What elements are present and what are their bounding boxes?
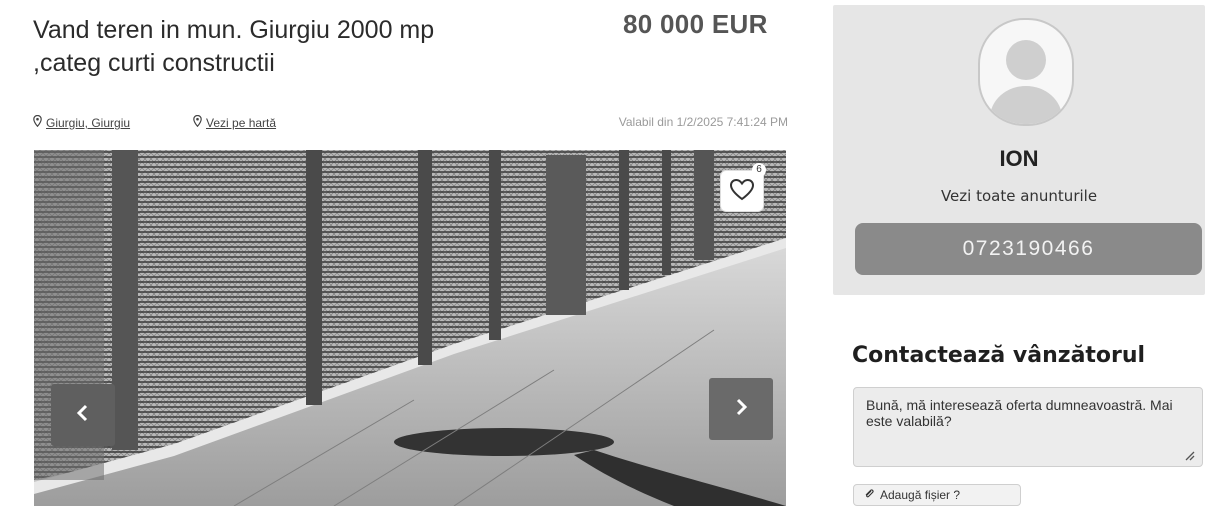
resize-grip-icon[interactable] [1185, 449, 1195, 464]
chevron-left-icon [76, 404, 90, 427]
prev-photo-button[interactable] [51, 384, 115, 446]
avatar [978, 18, 1074, 126]
seller-card: ION Vezi toate anunturile 0723190466 [833, 5, 1205, 295]
paperclip-icon [864, 488, 874, 502]
attach-file-button[interactable]: Adaugă fișier ? [853, 484, 1021, 506]
map-pin-icon [33, 114, 42, 130]
phone-button[interactable]: 0723190466 [855, 223, 1202, 275]
listing-title: Vand teren in mun. Giurgiu 2000 mp ,cate… [33, 14, 553, 80]
listing-price: 80 000 EUR [623, 9, 768, 39]
next-photo-button[interactable] [709, 378, 773, 440]
map-link[interactable]: Vezi pe hartă [193, 114, 277, 130]
favorite-count: 6 [752, 163, 766, 177]
column-gap [805, 0, 833, 506]
contact-title: Contactează vânzătorul [852, 343, 1146, 368]
map-pin-icon [193, 114, 202, 130]
attach-file-label: Adaugă fișier ? [880, 488, 961, 502]
chevron-right-icon [734, 398, 748, 421]
listing-meta: Giurgiu, Giurgiu Vezi pe hartă Valabil d… [33, 113, 788, 133]
listing-main: Vand teren in mun. Giurgiu 2000 mp ,cate… [0, 0, 805, 506]
posted-date: Valabil din 1/2/2025 7:41:24 PM [618, 115, 788, 129]
see-all-listings-link[interactable]: Vezi toate anunturile [833, 187, 1205, 205]
title-line-1: Vand teren in mun. Giurgiu 2000 mp [33, 16, 435, 44]
message-textarea[interactable]: Bună, mă interesează oferta dumneavoastr… [853, 387, 1203, 467]
map-link-label: Vezi pe hartă [206, 116, 277, 130]
heart-icon [729, 178, 755, 206]
seller-name: ION [999, 146, 1039, 171]
title-line-2: ,categ curti constructii [33, 49, 275, 77]
listing-photo[interactable] [34, 150, 786, 506]
location-link[interactable]: Giurgiu, Giurgiu [33, 114, 131, 130]
location-link-label: Giurgiu, Giurgiu [46, 116, 131, 130]
